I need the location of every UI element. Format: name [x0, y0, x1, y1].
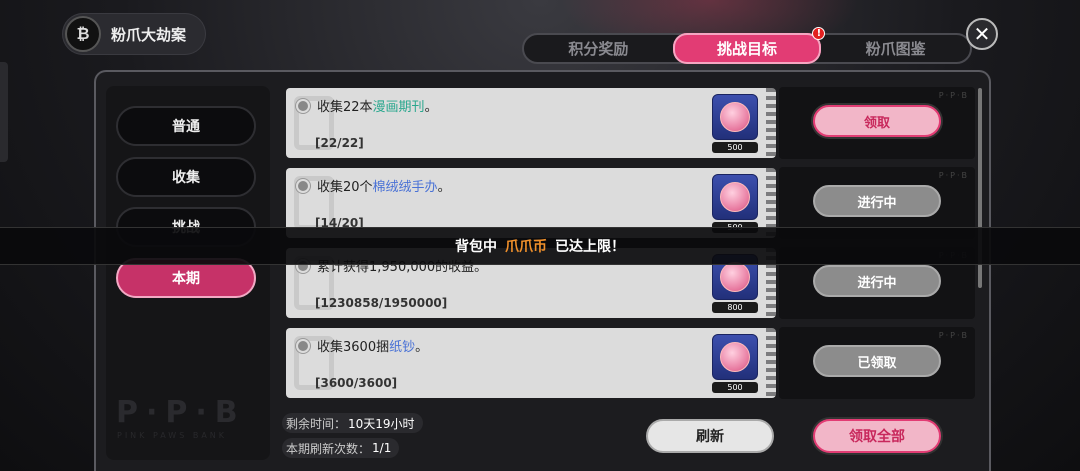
remaining-time-value: 10天19小时	[348, 416, 415, 431]
close-icon: ✕	[973, 22, 991, 46]
claim-button[interactable]: 领取	[813, 105, 941, 137]
remaining-time-label: 剩余时间：	[286, 416, 347, 431]
tab-bar: 积分奖励 挑战目标 ! 粉爪图鉴	[522, 27, 972, 64]
category-label: 本期	[172, 271, 200, 287]
task-description: 收集22本漫画期刊。	[317, 100, 438, 115]
toast-item-name: 爪爪币	[505, 239, 547, 255]
reward-quantity: 500	[712, 382, 758, 393]
task-description: 收集3600捆纸钞。	[317, 340, 429, 355]
paw-coin-icon	[720, 182, 750, 212]
event-title-pill: ₿ 粉爪大劫案	[62, 13, 206, 55]
left-edge-handle	[0, 62, 8, 162]
task-progress: [3600/3600]	[315, 376, 398, 390]
ppb-watermark-subtitle: PINK PAWS BANK	[117, 431, 228, 440]
remaining-time: 剩余时间： 10天19小时	[282, 413, 423, 433]
reward-item[interactable]	[712, 174, 758, 220]
close-button[interactable]: ✕	[966, 18, 998, 50]
event-title: 粉爪大劫案	[111, 25, 187, 44]
bullet-icon	[298, 181, 308, 191]
tab-challenge-goals[interactable]: 挑战目标 !	[672, 27, 826, 64]
task-action-slot: P·P·B 已领取	[779, 327, 975, 399]
toast-prefix: 背包中	[455, 239, 497, 255]
tab-label: 挑战目标	[717, 40, 778, 58]
reward-quantity: 800	[712, 302, 758, 313]
tab-label: 积分奖励	[568, 40, 629, 58]
paw-coin-icon	[720, 262, 750, 292]
refresh-count: 本期刷新次数： 1/1	[282, 438, 400, 458]
task-description: 收集20个棉绒绒手办。	[317, 180, 451, 195]
category-collect[interactable]: 收集	[116, 157, 256, 197]
toast-suffix: 已达上限！	[555, 239, 625, 255]
ppb-tag: P·P·B	[938, 171, 969, 180]
ppb-tag: P·P·B	[938, 331, 969, 340]
ticket-perforation	[766, 88, 776, 158]
ticket-perforation	[766, 328, 776, 398]
ppb-tag: P·P·B	[938, 91, 969, 100]
refresh-count-value: 1/1	[372, 441, 392, 455]
task-progress: [1230858/1950000]	[315, 296, 448, 310]
tab-label: 粉爪图鉴	[865, 40, 926, 58]
pink-paws-logo-icon: ₿	[65, 16, 101, 52]
in-progress-button[interactable]: 进行中	[813, 265, 941, 297]
bullet-icon	[298, 341, 308, 351]
refresh-button[interactable]: 刷新	[646, 419, 774, 453]
claimed-button: 已领取	[813, 345, 941, 377]
paw-coin-icon	[720, 342, 750, 372]
toast-notification: 背包中 爪爪币 已达上限！	[0, 227, 1080, 265]
category-normal[interactable]: 普通	[116, 106, 256, 146]
tab-pink-paws-codex[interactable]: 粉爪图鉴	[821, 35, 970, 62]
in-progress-button[interactable]: 进行中	[813, 185, 941, 217]
task-action-slot: P·P·B 领取	[779, 87, 975, 159]
reward-item[interactable]	[712, 94, 758, 140]
category-label: 普通	[172, 119, 200, 135]
refresh-count-label: 本期刷新次数：	[286, 441, 371, 456]
reward-item[interactable]	[712, 334, 758, 380]
category-label: 收集	[172, 170, 200, 186]
ppb-watermark: P·P·B	[116, 395, 246, 430]
tab-points-rewards[interactable]: 积分奖励	[524, 35, 673, 62]
bullet-icon	[298, 101, 308, 111]
task-card: 收集3600捆纸钞。 [3600/3600] 500	[286, 328, 776, 398]
claim-all-button[interactable]: 领取全部	[813, 419, 941, 453]
task-progress: [22/22]	[315, 136, 364, 150]
paw-coin-icon	[720, 102, 750, 132]
task-card: 收集22本漫画期刊。 [22/22] 500	[286, 88, 776, 158]
reward-quantity: 500	[712, 142, 758, 153]
